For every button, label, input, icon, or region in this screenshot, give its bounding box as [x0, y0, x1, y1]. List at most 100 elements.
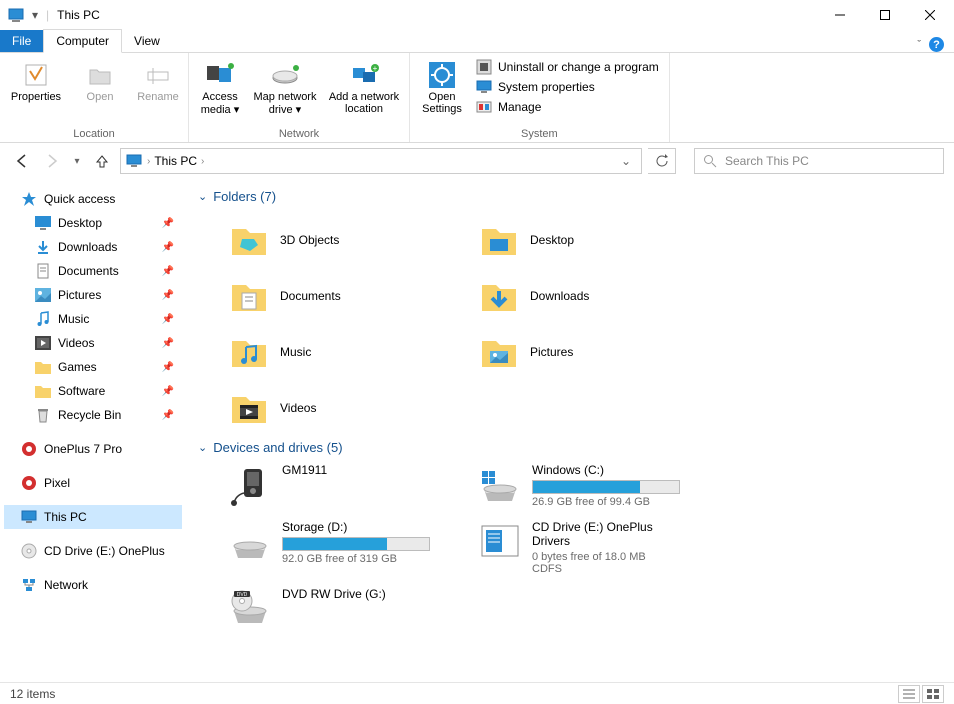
pin-icon: 📌	[162, 266, 174, 277]
uninstall-button[interactable]: Uninstall or change a program	[472, 57, 663, 77]
add-location-button[interactable]: + Add a network location	[325, 55, 403, 115]
pin-icon: 📌	[162, 314, 174, 325]
back-button[interactable]	[10, 149, 34, 173]
drive-item[interactable]: CD Drive (E:) OnePlus Drivers 0 bytes fre…	[448, 520, 698, 575]
system-properties-button[interactable]: System properties	[472, 77, 663, 97]
close-button[interactable]	[907, 0, 952, 30]
qat-dropdown-icon[interactable]: ▾	[28, 8, 42, 22]
folder-label: Pictures	[530, 345, 573, 359]
folder-item[interactable]: Music	[198, 324, 448, 380]
refresh-button[interactable]	[648, 148, 676, 174]
tab-file[interactable]: File	[0, 30, 43, 52]
sidebar-item-music[interactable]: Music📌	[4, 307, 182, 331]
pin-icon: 📌	[162, 338, 174, 349]
search-input[interactable]	[725, 154, 935, 168]
nav-bar: ▾ › This PC › ⌄	[0, 143, 954, 179]
drive-item[interactable]: Storage (D:) 92.0 GB free of 319 GB	[198, 520, 448, 575]
chevron-right-icon[interactable]: ›	[201, 156, 204, 167]
drive-name: Storage (D:)	[282, 520, 430, 534]
drive-usage-bar	[282, 537, 430, 551]
sidebar-quick-access[interactable]: Quick access	[4, 187, 182, 211]
manage-button[interactable]: Manage	[472, 97, 663, 117]
sidebar-item-software[interactable]: Software📌	[4, 379, 182, 403]
drive-item[interactable]: DVDDVD RW Drive (G:)	[198, 587, 448, 631]
rename-button[interactable]: Rename	[134, 55, 182, 103]
drive-icon	[228, 520, 272, 564]
drive-item[interactable]: GM1911	[198, 463, 448, 508]
sidebar-item-games[interactable]: Games📌	[4, 355, 182, 379]
folder-icon	[228, 331, 270, 373]
drive-item[interactable]: Windows (C:)26.9 GB free of 99.4 GB	[448, 463, 698, 508]
sidebar-item-cd-drive[interactable]: CD Drive (E:) OnePlus	[4, 539, 182, 563]
address-bar[interactable]: › This PC › ⌄	[120, 148, 642, 174]
sidebar-item-pictures[interactable]: Pictures📌	[4, 283, 182, 307]
up-button[interactable]	[90, 149, 114, 173]
recycle-icon	[34, 407, 52, 423]
folder-item[interactable]: Videos	[198, 380, 448, 436]
sidebar-item-videos[interactable]: Videos📌	[4, 331, 182, 355]
folder-icon	[34, 383, 52, 399]
map-drive-button[interactable]: Map network drive ▾	[249, 55, 321, 116]
access-media-button[interactable]: Access media ▾	[195, 55, 245, 116]
tab-computer[interactable]: Computer	[43, 29, 122, 53]
maximize-button[interactable]	[862, 0, 907, 30]
sidebar-item-downloads[interactable]: Downloads📌	[4, 235, 182, 259]
ribbon-collapse-icon[interactable]: ˇ	[917, 39, 921, 51]
tab-view[interactable]: View	[122, 30, 172, 52]
app-icon	[8, 7, 24, 23]
sidebar-item-recycle[interactable]: Recycle Bin📌	[4, 403, 182, 427]
window-title: This PC	[49, 8, 100, 22]
ribbon-group-network: Access media ▾ Map network drive ▾ + Add…	[189, 53, 410, 142]
folder-item[interactable]: Desktop	[448, 212, 698, 268]
drive-free: 0 bytes free of 18.0 MB	[532, 551, 680, 563]
monitor-icon	[476, 79, 492, 95]
sidebar-item-documents[interactable]: Documents📌	[4, 259, 182, 283]
address-dropdown-icon[interactable]: ⌄	[615, 154, 637, 168]
drive-icon	[228, 463, 272, 507]
recent-dropdown-icon[interactable]: ▾	[70, 149, 84, 173]
minimize-button[interactable]	[817, 0, 862, 30]
video-icon	[34, 335, 52, 351]
open-button[interactable]: Open	[70, 55, 130, 103]
forward-button[interactable]	[40, 149, 64, 173]
nav-sidebar: Quick access Desktop📌 Downloads📌 Documen…	[0, 179, 186, 677]
breadcrumb[interactable]: This PC	[150, 154, 201, 168]
open-settings-button[interactable]: Open Settings	[416, 55, 468, 115]
sidebar-item-this-pc[interactable]: This PC	[4, 505, 182, 529]
view-details-button[interactable]	[898, 685, 920, 703]
sidebar-item-pixel[interactable]: Pixel	[4, 471, 182, 495]
folder-label: Videos	[280, 401, 316, 415]
properties-button[interactable]: Properties	[6, 55, 66, 103]
folder-item[interactable]: Downloads	[448, 268, 698, 324]
drive-free: 92.0 GB free of 319 GB	[282, 553, 430, 565]
sidebar-item-desktop[interactable]: Desktop📌	[4, 211, 182, 235]
pin-icon: 📌	[162, 242, 174, 253]
search-icon	[703, 154, 717, 168]
folder-icon	[228, 275, 270, 317]
pin-icon: 📌	[162, 386, 174, 397]
folder-label: Documents	[280, 289, 341, 303]
device-icon	[20, 441, 38, 457]
search-box[interactable]	[694, 148, 944, 174]
drive-fs: CDFS	[532, 563, 680, 575]
folder-item[interactable]: Documents	[198, 268, 448, 324]
folder-item[interactable]: Pictures	[448, 324, 698, 380]
desktop-icon	[34, 215, 52, 231]
folder-label: Music	[280, 345, 311, 359]
folder-item[interactable]: 3D Objects	[198, 212, 448, 268]
drive-name: CD Drive (E:) OnePlus Drivers	[532, 520, 680, 548]
help-icon[interactable]: ?	[929, 37, 944, 52]
folder-icon	[478, 275, 520, 317]
section-folders[interactable]: ⌄ Folders (7)	[198, 189, 942, 204]
sidebar-item-network[interactable]: Network	[4, 573, 182, 597]
pin-icon: 📌	[162, 410, 174, 421]
pc-icon	[125, 152, 143, 170]
svg-text:DVD: DVD	[237, 592, 248, 598]
view-icons-button[interactable]	[922, 685, 944, 703]
sidebar-item-oneplus[interactable]: OnePlus 7 Pro	[4, 437, 182, 461]
section-drives[interactable]: ⌄ Devices and drives (5)	[198, 440, 942, 455]
folder-label: 3D Objects	[280, 233, 339, 247]
network-icon	[20, 577, 38, 593]
uninstall-icon	[476, 59, 492, 75]
drive-name: GM1911	[282, 463, 430, 477]
